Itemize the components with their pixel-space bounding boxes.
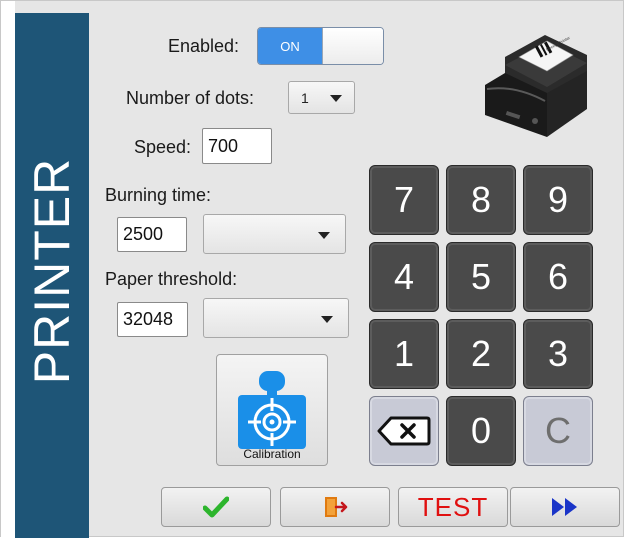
speed-input[interactable]: 700 [202, 128, 272, 164]
burning-time-select[interactable] [203, 214, 346, 254]
enabled-label: Enabled: [168, 36, 240, 56]
clear-key[interactable]: C [523, 396, 593, 466]
fast-forward-icon [552, 498, 577, 516]
target-calibration-icon [238, 371, 306, 449]
key-7[interactable]: 7 [369, 165, 439, 235]
backspace-icon [377, 416, 431, 446]
chevron-down-icon [330, 95, 342, 102]
confirm-button[interactable] [161, 487, 271, 527]
key-9[interactable]: 9 [523, 165, 593, 235]
calibration-label: Calibration [243, 447, 301, 461]
key-2[interactable]: 2 [446, 319, 516, 389]
paper-threshold-input[interactable]: 32048 [117, 302, 188, 337]
forward-button[interactable] [510, 487, 620, 527]
chevron-down-icon [321, 316, 333, 323]
dots-label: Number of dots: [126, 88, 255, 108]
burning-time-label: Burning time: [105, 185, 212, 205]
paper-threshold-label: Paper threshold: [105, 269, 238, 289]
key-6[interactable]: 6 [523, 242, 593, 312]
key-4[interactable]: 4 [369, 242, 439, 312]
enabled-toggle[interactable]: ON [257, 27, 384, 65]
exit-button[interactable] [280, 487, 390, 527]
chevron-down-icon [318, 232, 330, 239]
window-edge [1, 1, 15, 538]
printer-image: Receipt Printer [485, 35, 587, 137]
toggle-knob[interactable] [322, 28, 383, 64]
checkmark-icon [203, 496, 229, 518]
dots-select[interactable]: 1 [288, 81, 355, 114]
printer-settings-window: PRINTER Enabled: ON Number of dots: 1 Sp… [0, 0, 624, 538]
speed-label: Speed: [134, 137, 192, 157]
key-0[interactable]: 0 [446, 396, 516, 466]
burning-time-input[interactable]: 2500 [117, 217, 187, 252]
backspace-key[interactable] [369, 396, 439, 466]
paper-threshold-select[interactable] [203, 298, 349, 338]
key-3[interactable]: 3 [523, 319, 593, 389]
test-button[interactable]: TEST [398, 487, 508, 527]
key-5[interactable]: 5 [446, 242, 516, 312]
toggle-on-label: ON [258, 28, 322, 64]
side-panel-title: PRINTER [24, 157, 80, 385]
key-8[interactable]: 8 [446, 165, 516, 235]
calibration-button[interactable]: Calibration [216, 354, 328, 466]
exit-door-icon [325, 497, 348, 517]
key-1[interactable]: 1 [369, 319, 439, 389]
dots-select-value: 1 [301, 90, 309, 106]
test-button-label: TEST [417, 491, 489, 522]
